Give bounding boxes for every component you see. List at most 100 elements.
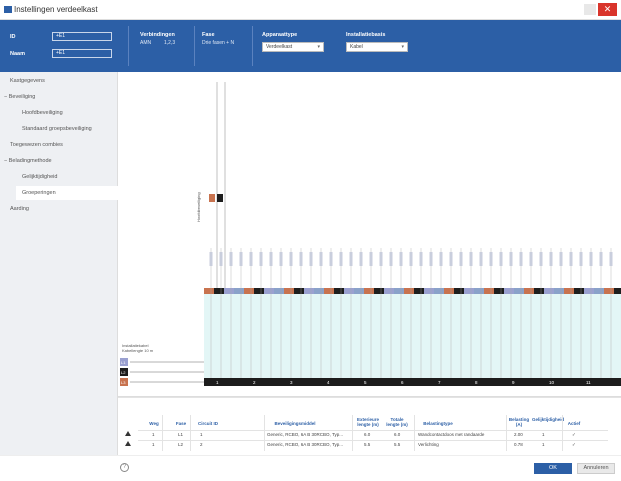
busbar-segment bbox=[494, 288, 504, 294]
col-header-belastingtype[interactable]: Belastingtype bbox=[418, 421, 458, 426]
collapse-icon[interactable]: − bbox=[4, 94, 7, 100]
collapse-icon[interactable]: − bbox=[4, 158, 7, 164]
cell-belastingtype: Verlichting bbox=[418, 442, 439, 447]
cell-weg: 1 bbox=[152, 442, 155, 447]
group-breaker bbox=[379, 252, 383, 266]
naam-field[interactable]: +E1 bbox=[52, 49, 112, 58]
group-breaker bbox=[249, 252, 253, 266]
group-breaker bbox=[469, 252, 473, 266]
sidebar-item-hoofdbeveiliging[interactable]: Hoofdbeveiliging bbox=[22, 110, 63, 116]
ribbon-separator bbox=[252, 26, 253, 66]
id-field[interactable]: +E1 bbox=[52, 32, 112, 41]
busbar-segment bbox=[264, 288, 274, 294]
col-header-actief[interactable]: Actief bbox=[566, 421, 582, 426]
group-breaker bbox=[239, 252, 243, 266]
col-header-weg[interactable]: Weg bbox=[146, 421, 162, 426]
sidebar-item-kastgegevens[interactable]: Kastgegevens bbox=[10, 78, 45, 84]
main-breaker-l1 bbox=[209, 194, 215, 202]
busbar-segment bbox=[434, 288, 444, 294]
busbar-segment bbox=[524, 288, 534, 294]
col-header-beveiligingsmiddel[interactable]: Beveiligingsmiddel bbox=[266, 421, 324, 426]
group-breaker bbox=[369, 252, 373, 266]
col-divider bbox=[352, 415, 353, 451]
ribbon-separator bbox=[194, 26, 195, 66]
group-breaker bbox=[499, 252, 503, 266]
busbar-segment bbox=[514, 288, 524, 294]
help-icon[interactable]: ? bbox=[120, 463, 129, 472]
busbar-segment bbox=[414, 288, 424, 294]
sidebar-item-aarding[interactable]: Aarding bbox=[10, 206, 29, 212]
main-column-label: Hoofdbeveiliging bbox=[196, 192, 201, 222]
sidebar-item-gelijktijdigheid[interactable]: Gelijktijdigheid bbox=[22, 174, 57, 180]
group-breaker bbox=[409, 252, 413, 266]
busbar-segment bbox=[304, 288, 314, 294]
chevron-down-icon: ▾ bbox=[317, 44, 320, 50]
group-breaker bbox=[589, 252, 593, 266]
phase-box-label: L1 bbox=[121, 360, 126, 365]
dialog-footer: ? OK Annuleren bbox=[0, 455, 621, 481]
busbar-segment bbox=[454, 288, 464, 294]
group-number-bar bbox=[204, 378, 621, 386]
busbar-segment bbox=[254, 288, 264, 294]
cell-actief[interactable]: ✓ bbox=[572, 442, 576, 448]
header-divider bbox=[138, 430, 608, 431]
group-breaker bbox=[609, 252, 613, 266]
busbar-segment bbox=[604, 288, 614, 294]
busbar-segment bbox=[464, 288, 474, 294]
main-breaker-l2 bbox=[217, 194, 223, 202]
chevron-down-icon: ▾ bbox=[401, 44, 404, 50]
ok-button[interactable]: OK bbox=[534, 463, 572, 474]
group-breaker bbox=[269, 252, 273, 266]
cancel-button[interactable]: Annuleren bbox=[577, 463, 615, 474]
sidebar-item-standaard-groepsbeveiliging[interactable]: Standaard groepsbeveiliging bbox=[22, 126, 92, 132]
naam-label: Naam bbox=[10, 51, 25, 57]
col-divider bbox=[506, 415, 507, 451]
group-breaker bbox=[389, 252, 393, 266]
col-divider bbox=[162, 415, 163, 451]
cell-exterieure-lengte: 5.5 bbox=[364, 442, 371, 447]
busbar-segment bbox=[374, 288, 384, 294]
sidebar-item-groeperingen[interactable]: Groeperingen bbox=[16, 186, 118, 200]
busbar-segment bbox=[244, 288, 254, 294]
cell-exterieure-lengte: 6.0 bbox=[364, 432, 371, 437]
sidebar-item-beveiliging[interactable]: − Beveiliging bbox=[4, 94, 35, 100]
col-divider bbox=[264, 415, 265, 451]
group-number-label: 11 bbox=[586, 380, 591, 385]
busbar-segment bbox=[234, 288, 244, 294]
cell-actief[interactable]: ✓ bbox=[572, 432, 576, 438]
group-breaker bbox=[489, 252, 493, 266]
apparaattype-select[interactable]: Verdeelkast ▾ bbox=[262, 42, 324, 52]
verbindingen-label: Verbindingen bbox=[140, 32, 175, 38]
cell-circuit-id: 1 bbox=[200, 432, 203, 437]
close-button[interactable]: ✕ bbox=[598, 3, 617, 16]
busbar-segment bbox=[274, 288, 284, 294]
cell-fase: L1 bbox=[178, 432, 184, 437]
col-header-totale-lengte[interactable]: Totale lengte (m) bbox=[384, 417, 410, 427]
busbar-segment bbox=[364, 288, 374, 294]
installatiebasis-select[interactable]: Kabel ▾ bbox=[346, 42, 408, 52]
busbar-segment bbox=[574, 288, 584, 294]
sidebar-item-beladingmethode[interactable]: − Beladingmethode bbox=[4, 158, 52, 164]
busbar-segment bbox=[484, 288, 494, 294]
col-header-exterieure-lengte[interactable]: Exterieure lengte (m) bbox=[354, 417, 382, 427]
group-breaker bbox=[229, 252, 233, 266]
minimize-button[interactable] bbox=[584, 4, 596, 15]
circuit-table: Weg Fase Circuit ID Beveiligingsmiddel E… bbox=[118, 396, 621, 451]
distribution-diagram[interactable]: Hoofdbeveiliging Installatiekabel Kabellen… bbox=[118, 72, 621, 396]
group-breaker bbox=[439, 252, 443, 266]
row-divider bbox=[138, 440, 608, 441]
cell-beveiligingsmiddel: Generic, RCBO, 6A B 30RCBO, Typ... bbox=[267, 432, 343, 437]
group-breaker bbox=[519, 252, 523, 266]
sidebar-item-toegewezen-combies[interactable]: Toegewezen combies bbox=[10, 142, 63, 148]
table-top-border bbox=[118, 397, 621, 398]
group-breaker bbox=[209, 252, 213, 266]
left-caption: Kabellengte 10 m bbox=[122, 348, 154, 353]
col-header-belasting[interactable]: Belasting (A) bbox=[508, 417, 530, 427]
busbar-segment bbox=[214, 288, 224, 294]
col-header-circuit-id[interactable]: Circuit ID bbox=[194, 421, 222, 426]
group-breaker bbox=[479, 252, 483, 266]
fase-label: Fase bbox=[202, 32, 215, 38]
col-header-fase[interactable]: Fase bbox=[173, 421, 189, 426]
col-header-gelijktijdigheid[interactable]: Gelijktijdigheid bbox=[532, 417, 564, 422]
warning-icon bbox=[125, 431, 131, 436]
